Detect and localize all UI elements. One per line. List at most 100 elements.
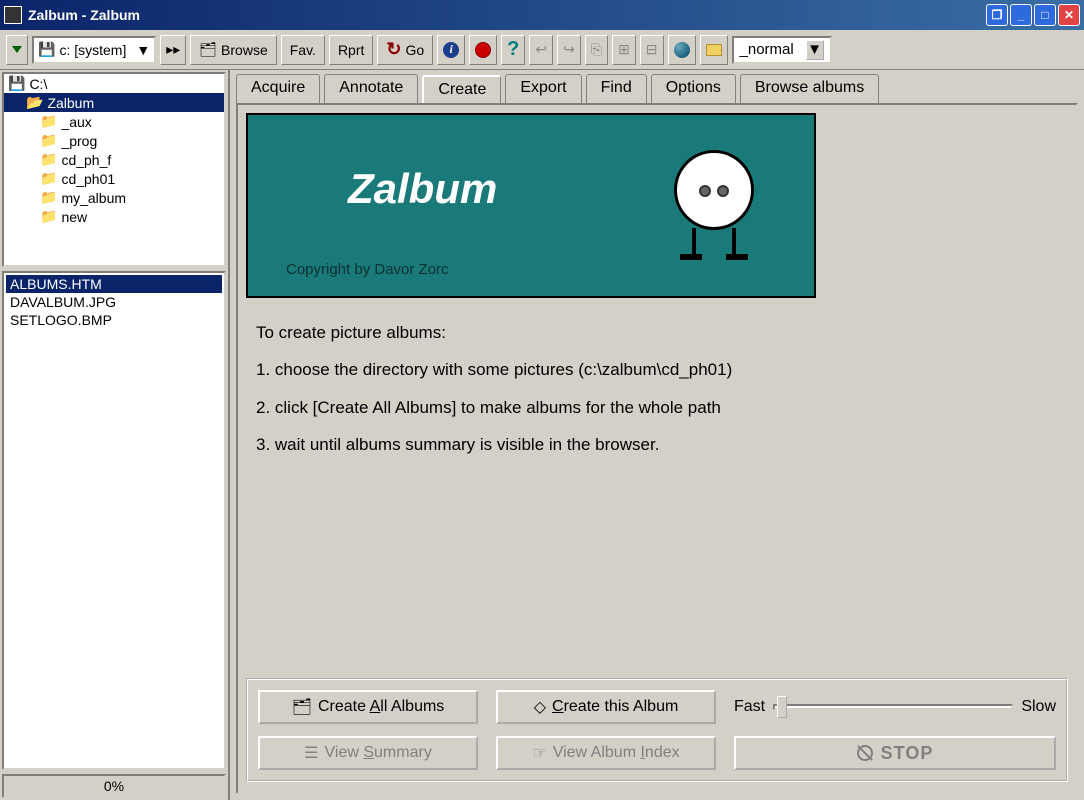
diamond-icon: ◇ [534,697,546,717]
drive-icon: 💾 [8,75,25,92]
list-icon: ☰ [304,743,318,763]
btn-label: View Album Index [553,744,680,762]
reload-icon: ↻ [386,39,401,60]
tool-icon: ⊞ [618,41,630,58]
instruction-step: 3. wait until albums summary is visible … [256,426,1058,463]
go-label: Go [405,42,424,58]
file-row[interactable]: SETLOGO.BMP [6,311,222,329]
tree-label: my_album [61,190,126,206]
file-row[interactable]: DAVALBUM.JPG [6,293,222,311]
tab-bar: Acquire Annotate Create Export Find Opti… [230,70,1084,103]
stop-label: STOP [881,743,934,764]
folders-icon: 🗂 [292,697,312,717]
instruction-step: 1. choose the directory with some pictur… [256,351,1058,388]
drive-label: c: [system] [59,42,126,58]
instructions: To create picture albums: 1. choose the … [246,298,1068,480]
speed-slider[interactable] [773,704,1013,710]
tab-browse-albums[interactable]: Browse albums [740,74,879,103]
tree-row[interactable]: 📁_aux [4,112,224,131]
arrow-right-icon: ↪ [563,41,575,58]
right-pane: Acquire Annotate Create Export Find Opti… [230,70,1084,800]
stop-icon [475,42,491,58]
file-list[interactable]: ALBUMS.HTM DAVALBUM.JPG SETLOGO.BMP [2,271,226,770]
globe-button[interactable] [668,35,696,65]
tree-row[interactable]: 📁cd_ph01 [4,169,224,188]
tree-label: _aux [61,114,91,130]
app-icon [4,6,22,24]
drive-icon: 💾 [38,41,55,58]
tab-annotate[interactable]: Annotate [324,74,418,103]
slow-label: Slow [1021,698,1056,716]
window-title: Zalbum - Zalbum [28,7,986,23]
instruction-heading: To create picture albums: [256,314,1058,351]
tree-row[interactable]: 📁_prog [4,131,224,150]
window-minimize-button[interactable]: _ [1010,4,1032,26]
banner-copyright: Copyright by Davor Zorc [286,261,449,278]
tree-row[interactable]: 📂Zalbum [4,93,224,112]
file-row[interactable]: ALBUMS.HTM [6,275,222,293]
tab-acquire[interactable]: Acquire [236,74,320,103]
drive-selector[interactable]: 💾 c: [system] ▼ [32,36,156,64]
progress-label: 0% [104,778,124,794]
help-button[interactable]: ? [501,35,525,65]
window-maximize-button[interactable]: □ [1034,4,1056,26]
window-extra-button[interactable]: ❐ [986,4,1008,26]
tab-find[interactable]: Find [586,74,647,103]
tab-content: Zalbum Copyright by Davor Zorc To create… [236,103,1078,794]
go-button[interactable]: ↻Go [377,35,433,65]
instruction-step: 2. click [Create All Albums] to make alb… [256,389,1058,426]
view-summary-button[interactable]: ☰View Summary [258,736,478,770]
slider-thumb[interactable] [777,696,787,718]
rprt-label: Rprt [338,42,364,58]
fav-label: Fav. [290,42,316,58]
folder-button[interactable] [700,35,728,65]
nav-forward-button[interactable]: ↪ [557,35,581,65]
rprt-button[interactable]: Rprt [329,35,373,65]
mode-selector[interactable]: _normal ▼ [732,36,832,64]
fast-forward-button[interactable]: ▸▸ [160,35,186,65]
tree-row[interactable]: 📁new [4,207,224,226]
tree-label: cd_ph01 [61,171,115,187]
create-this-album-button[interactable]: ◇ Create this Album [496,690,716,724]
directory-tree[interactable]: 💾C:\ 📂Zalbum 📁_aux 📁_prog 📁cd_ph_f 📁cd_p… [2,72,226,267]
tool-icon: ⎘ [591,41,602,58]
view-album-index-button[interactable]: ☞ View Album Index [496,736,716,770]
arrow-left-icon: ↩ [535,41,547,58]
tool-icon: ⊟ [646,41,658,58]
tool-button-3[interactable]: ⊟ [640,35,664,65]
fav-button[interactable]: Fav. [281,35,325,65]
dropdown-button[interactable] [6,35,28,65]
hand-icon: ☞ [532,743,546,763]
tool-button-2[interactable]: ⊞ [612,35,636,65]
tab-options[interactable]: Options [651,74,736,103]
window-close-button[interactable]: ✕ [1058,4,1080,26]
chevron-down-icon: ▼ [806,40,824,60]
tab-create[interactable]: Create [422,75,501,104]
folder-icon: 📁 [40,132,57,149]
tree-label: C:\ [29,76,47,92]
folder-icon [706,44,722,56]
banner: Zalbum Copyright by Davor Zorc [246,113,816,298]
stop-button[interactable]: STOP [734,736,1056,770]
question-icon: ? [507,38,519,61]
nav-back-button[interactable]: ↩ [529,35,553,65]
create-all-albums-button[interactable]: 🗂Create All Albums [258,690,478,724]
mascot-icon [674,150,754,230]
left-pane: 💾C:\ 📂Zalbum 📁_aux 📁_prog 📁cd_ph_f 📁cd_p… [0,70,230,800]
speed-slider-row: Fast Slow [734,698,1056,716]
progress-bar: 0% [2,774,226,798]
tool-button-1[interactable]: ⎘ [585,35,608,65]
browse-button[interactable]: 🗂Browse [190,35,276,65]
tree-label: new [61,209,87,225]
globe-icon [674,42,690,58]
tree-row[interactable]: 📁cd_ph_f [4,150,224,169]
info-button[interactable]: i [437,35,465,65]
stop-button-toolbar[interactable] [469,35,497,65]
btn-label: Create this Album [552,698,678,716]
tree-row[interactable]: 📁my_album [4,188,224,207]
tab-export[interactable]: Export [505,74,581,103]
folder-icon: 📁 [40,189,57,206]
tree-row[interactable]: 💾C:\ [4,74,224,93]
window-titlebar: Zalbum - Zalbum ❐ _ □ ✕ [0,0,1084,30]
folder-icon: 📁 [40,113,57,130]
